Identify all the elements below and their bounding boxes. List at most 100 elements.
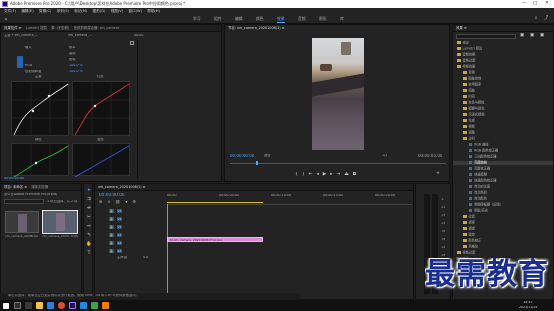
resolution-select[interactable]: 1/2: [382, 154, 387, 158]
accelerated-effects-icon[interactable]: ▣: [519, 33, 525, 39]
taskview-icon[interactable]: [25, 302, 32, 309]
effect-row-basic[interactable]: 基本: [69, 46, 76, 50]
effect-tree-item[interactable]: 预设: [453, 41, 553, 45]
effect-tree-item[interactable]: 通道: [453, 227, 553, 231]
slip-tool-icon[interactable]: ↔: [86, 224, 92, 230]
clock-time[interactable]: 14:47: [523, 301, 533, 305]
home-icon[interactable]: ⌂: [3, 16, 9, 22]
workspace-libraries[interactable]: 库: [340, 16, 344, 21]
tab-media-browser[interactable]: 媒体浏览器: [31, 184, 48, 191]
fit-select[interactable]: 适合: [264, 154, 271, 158]
effect-tree-item[interactable]: 模糊与锐化: [453, 107, 553, 111]
workspace-audio[interactable]: 音频: [298, 16, 306, 21]
tab-effect-controls[interactable]: 效果控件 ≡: [4, 25, 21, 32]
effect-tree-item[interactable]: 音频过渡: [453, 59, 553, 63]
effect-tree-item[interactable]: 三向颜色校正器: [453, 155, 553, 159]
effect-tree-item[interactable]: 沉浸式视频: [453, 113, 553, 117]
effect-tree-item[interactable]: 键控: [453, 233, 553, 237]
menu-view[interactable]: 视图(V): [111, 8, 123, 15]
effect-row-curves[interactable]: 曲线: [69, 52, 76, 56]
mark-out-icon[interactable]: }: [302, 172, 309, 177]
tab-project[interactable]: 项目: 未命名 ≡: [4, 184, 27, 191]
effect-tree-item[interactable]: 过时: [453, 137, 553, 141]
track-a3[interactable]: 🔒 A3: [95, 248, 413, 254]
effect-tree-item[interactable]: 杂色与颗粒: [453, 101, 553, 105]
effect-tree-item[interactable]: 快速颜色校正器: [453, 179, 553, 183]
camera-icon[interactable]: ◘: [353, 172, 361, 177]
effect-tree-item[interactable]: 变换: [453, 71, 553, 75]
share-icon[interactable]: ⤴: [543, 16, 549, 22]
lock-icon[interactable]: 🔒: [109, 208, 114, 213]
minimize-icon[interactable]: —: [522, 1, 527, 6]
work-area-bar[interactable]: [167, 202, 263, 203]
playhead-icon[interactable]: [256, 161, 258, 165]
hand-tool-icon[interactable]: ✋: [86, 242, 92, 248]
effect-tree-item[interactable]: 实用程序: [453, 83, 553, 87]
effect-tree-item[interactable]: 音频效果: [453, 53, 553, 57]
menu-edit[interactable]: 编辑(E): [21, 8, 33, 15]
effect-row-hue-sat[interactable]: 色相饱和度: [25, 70, 41, 74]
file-explorer-icon[interactable]: [36, 302, 43, 309]
video-clip[interactable]: fx xm_camera_2020100817(1).jpg: [167, 237, 263, 242]
menu-file[interactable]: 文件(F): [4, 8, 16, 15]
menu-graphics[interactable]: 图形(G): [93, 8, 106, 15]
master-volume[interactable]: 0.0: [143, 256, 148, 260]
tab-effects[interactable]: 效果 ≡: [456, 25, 467, 32]
master-curve-graph[interactable]: [11, 81, 70, 137]
track-v2[interactable]: 🔒 V2: [95, 216, 413, 222]
track-label-v2[interactable]: V2: [117, 216, 122, 221]
project-search-input[interactable]: [4, 199, 44, 204]
windows-start-icon[interactable]: [3, 302, 9, 309]
track-v3[interactable]: 🔒 V3: [95, 208, 413, 214]
linked-icon[interactable]: ⛓: [115, 200, 125, 204]
lock-icon[interactable]: 🔒: [109, 216, 114, 221]
track-label-a3[interactable]: A3: [117, 248, 122, 253]
lift-icon[interactable]: ⏏: [344, 172, 352, 177]
tab-audio-mixer[interactable]: 音频剪辑混合器: sm_camera: [74, 25, 120, 32]
premiere-taskbar-icon[interactable]: [69, 302, 76, 309]
effect-tree-item[interactable]: 调整: [453, 131, 553, 135]
tab-sequence[interactable]: xm_camera_20201008(1) ≡: [98, 184, 145, 191]
ripple-edit-tool-icon[interactable]: ⇹: [86, 206, 92, 212]
search-icon[interactable]: ⌕: [533, 16, 539, 22]
time-ruler[interactable]: 00:00 00:00:05:00 00:00:10:00 00:00:15:0…: [167, 193, 412, 205]
selection-tool-icon[interactable]: ➤: [86, 188, 92, 194]
effect-tree-item[interactable]: 视频效果: [453, 65, 553, 69]
lock-icon[interactable]: 🔒: [109, 224, 114, 229]
menu-marker[interactable]: 标记(M): [74, 8, 87, 15]
type-tool-icon[interactable]: T: [86, 251, 92, 257]
program-scrubber[interactable]: [230, 161, 446, 165]
add-button-icon[interactable]: +: [435, 171, 441, 177]
step-back-icon[interactable]: ⇤: [309, 172, 317, 177]
effect-tree-item[interactable]: 生成: [453, 119, 553, 123]
effect-tree-item[interactable]: RGB 曲线: [453, 143, 553, 147]
workspace-assembly[interactable]: 组件: [214, 16, 222, 21]
effect-tree-item[interactable]: 自动颜色: [453, 197, 553, 201]
lock-icon[interactable]: 🔒: [109, 248, 114, 253]
effects-search-input[interactable]: [456, 34, 516, 39]
tab-lumetri-scopes[interactable]: Lumetri 范围: [26, 25, 47, 32]
effect-controls-timecode[interactable]: 00:00:00:00: [4, 177, 24, 181]
effect-tree-item[interactable]: 阴影/高光: [453, 209, 553, 213]
timeline-timecode[interactable]: 00:00:00:00: [99, 193, 125, 198]
track-select-tool-icon[interactable]: ⇉: [86, 197, 92, 203]
razor-tool-icon[interactable]: ✂: [86, 215, 92, 221]
menu-sequence[interactable]: 序列(S): [57, 8, 69, 15]
effect-tree-item[interactable]: 亮度曲线: [453, 161, 553, 166]
effect-row-wheels[interactable]: 色轮: [69, 58, 76, 62]
browser-icon[interactable]: [47, 302, 54, 309]
menu-window[interactable]: 窗口(W): [128, 8, 142, 15]
effect-tree-item[interactable]: 图像控制: [453, 77, 553, 81]
value-1[interactable]: 100.0 %: [69, 64, 83, 68]
effect-tree-item[interactable]: 时间: [453, 95, 553, 99]
32bit-effects-icon[interactable]: ▣: [529, 33, 535, 39]
wechat-icon[interactable]: [91, 302, 98, 309]
effect-tree-item[interactable]: 视频限幅器（旧版）: [453, 203, 553, 207]
effect-tree-item[interactable]: RGB 颜色校正器: [453, 149, 553, 153]
effect-tree-item[interactable]: 自动对比度: [453, 185, 553, 189]
chrome-icon[interactable]: [58, 302, 65, 309]
effect-tree-item[interactable]: 过渡: [453, 215, 553, 219]
workspace-color[interactable]: 颜色: [256, 16, 264, 21]
pin-icon[interactable]: [17, 56, 23, 68]
reset-icon[interactable]: [130, 41, 134, 45]
